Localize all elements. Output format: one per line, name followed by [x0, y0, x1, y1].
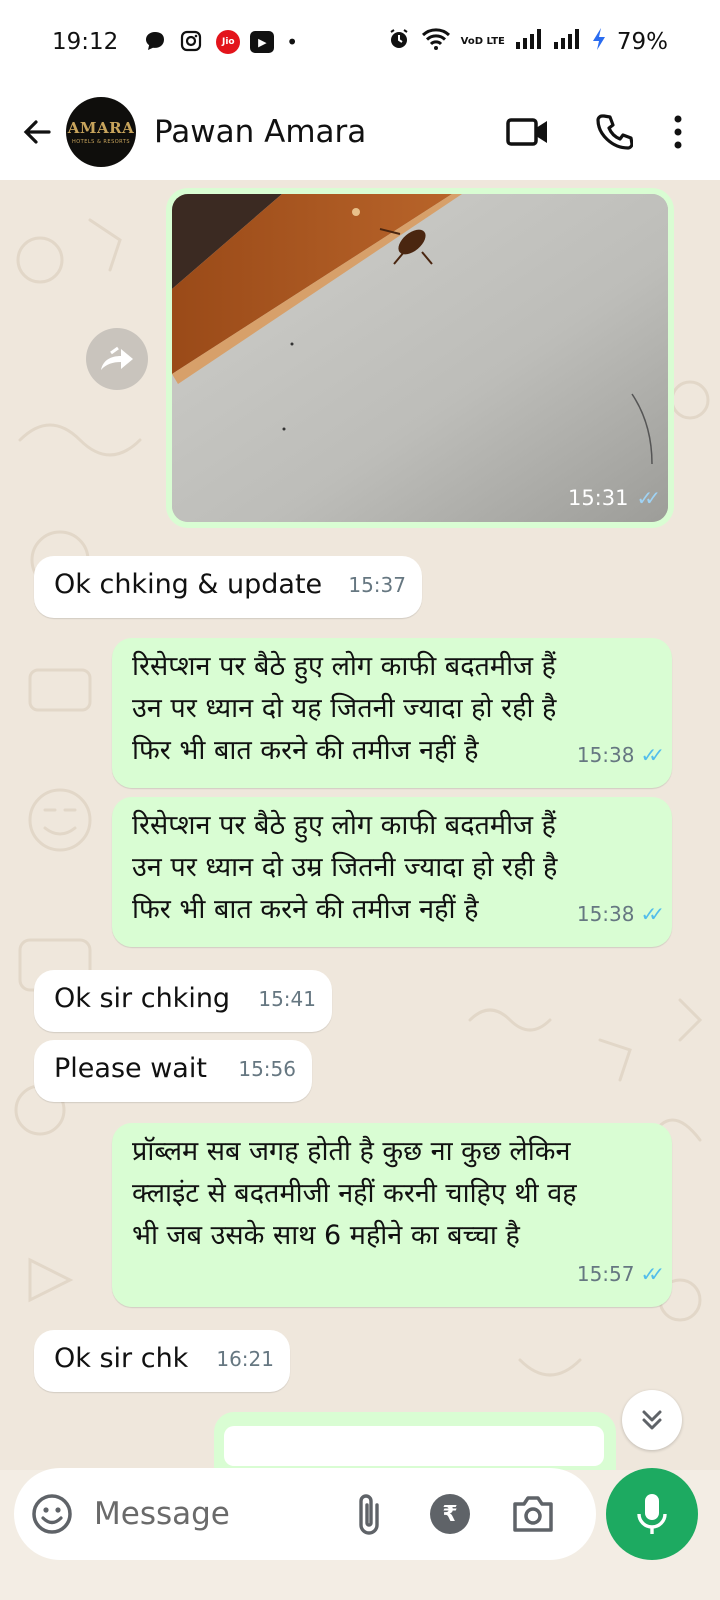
more-notifications-dot-icon: •	[286, 30, 299, 54]
header-actions	[472, 102, 720, 162]
message-time: 15:56	[238, 1057, 296, 1081]
camera-button[interactable]	[510, 1491, 556, 1537]
battery-percent: 79%	[616, 29, 668, 55]
status-bar: 19:12 Jio ▶ • VoD LTE 79%	[0, 0, 720, 84]
payment-button[interactable]: ₹	[430, 1494, 470, 1534]
signal-icon-1	[515, 28, 543, 56]
message-line: रिसेप्शन पर बैठे हुए लोग काफी बदतमीज हैं	[132, 651, 557, 682]
message-time: 15:57	[576, 1262, 635, 1286]
cockroach-photo[interactable]: 15:31 ✓✓	[172, 194, 668, 522]
rupee-icon: ₹	[442, 1501, 458, 1527]
message-time: 15:41	[258, 987, 316, 1011]
paperclip-icon	[359, 1494, 379, 1535]
video-call-button[interactable]	[498, 102, 558, 162]
charging-icon	[591, 27, 607, 57]
incoming-message[interactable]: Ok sir chk 16:21	[34, 1330, 290, 1392]
message-time: 16:21	[216, 1347, 274, 1371]
chat-notification-icon	[144, 30, 166, 55]
outgoing-message[interactable]: प्रॉब्लम सब जगह होती है कुछ ना कुछ लेकिन…	[112, 1123, 672, 1307]
back-arrow-icon[interactable]	[10, 105, 64, 159]
camera-icon	[513, 1496, 553, 1532]
avatar-logo-subtext: HOTELS & RESORTS	[71, 139, 131, 145]
contact-name[interactable]: Pawan Amara	[154, 114, 366, 150]
message-meta: 15:38 ✓✓	[576, 893, 665, 935]
partial-message-preview	[224, 1426, 604, 1466]
video-camera-icon	[506, 118, 547, 146]
attach-button[interactable]	[350, 1489, 390, 1539]
message-meta: 15:57 ✓✓	[576, 1253, 665, 1295]
message-line: उन पर ध्यान दो यह जितनी ज्यादा हो रही है	[132, 693, 557, 724]
message-line: उन पर ध्यान दो उम्र जितनी ज्यादा हो रही …	[132, 852, 558, 883]
emoji-button[interactable]	[30, 1492, 74, 1536]
forward-icon	[101, 346, 133, 370]
status-right-group: VoD LTE 79%	[387, 27, 668, 57]
emoji-icon	[32, 1494, 72, 1534]
outgoing-message[interactable]: रिसेप्शन पर बैठे हुए लोग काफी बदतमीज हैं…	[112, 638, 672, 788]
photo-content	[172, 194, 668, 522]
youtube-icon: ▶	[250, 31, 275, 53]
avatar-logo-text: AMARA	[67, 119, 135, 137]
more-vert-icon	[674, 115, 682, 149]
message-time: 15:31	[567, 486, 629, 510]
incoming-message[interactable]: Ok chking & update 15:37	[34, 556, 422, 618]
message-time: 15:37	[348, 573, 406, 597]
avatar[interactable]: AMARA HOTELS & RESORTS	[66, 97, 136, 167]
phone-icon	[596, 114, 633, 150]
voice-call-button[interactable]	[584, 102, 644, 162]
message-input[interactable]	[94, 1496, 344, 1532]
double-chevron-down-icon	[642, 1410, 662, 1430]
message-time: 15:38	[576, 743, 635, 767]
read-ticks-icon: ✓✓	[640, 902, 664, 926]
read-ticks-icon: ✓✓	[640, 743, 664, 767]
volte-label: VoD LTE	[460, 36, 505, 47]
message-composer: ₹	[14, 1468, 596, 1560]
message-line: क्लाइंट से बदतमीजी नहीं करनी चाहिए थी वह	[132, 1178, 577, 1209]
message-meta: 16:21	[216, 1338, 274, 1380]
read-ticks-icon: ✓✓	[640, 1262, 664, 1286]
voice-message-button[interactable]	[606, 1468, 698, 1560]
scroll-to-bottom-button[interactable]	[622, 1390, 682, 1450]
wifi-icon	[421, 27, 451, 57]
overflow-menu-button[interactable]	[658, 102, 698, 162]
chat-area[interactable]: 15:31 ✓✓ Ok chking & update 15:37 रिसेप्…	[0, 180, 720, 1470]
incoming-message[interactable]: Ok sir chking 15:41	[34, 970, 332, 1032]
message-meta: 15:37	[348, 564, 406, 606]
outgoing-message[interactable]: रिसेप्शन पर बैठे हुए लोग काफी बदतमीज हैं…	[112, 797, 672, 947]
signal-icon-2	[553, 28, 581, 56]
read-ticks-icon: ✓✓	[636, 486, 660, 510]
microphone-icon	[637, 1494, 667, 1534]
incoming-message[interactable]: Please wait 15:56	[34, 1040, 312, 1102]
image-message-bubble[interactable]: 15:31 ✓✓	[166, 188, 674, 528]
message-meta: 15:41	[258, 978, 316, 1020]
image-message-meta: 15:31 ✓✓	[567, 486, 661, 510]
chat-header: AMARA HOTELS & RESORTS Pawan Amara	[0, 84, 720, 180]
jio-icon: Jio	[216, 30, 241, 54]
message-line: रिसेप्शन पर बैठे हुए लोग काफी बदतमीज हैं	[132, 810, 557, 841]
message-meta: 15:38 ✓✓	[576, 734, 665, 776]
partial-outgoing-message[interactable]	[214, 1412, 616, 1470]
status-time: 19:12	[52, 29, 119, 55]
instagram-icon	[180, 30, 202, 55]
message-line: प्रॉब्लम सब जगह होती है कुछ ना कुछ लेकिन	[132, 1136, 571, 1167]
message-time: 15:38	[576, 902, 635, 926]
alarm-icon	[387, 27, 411, 57]
message-line: भी जब उसके साथ 6 महीने का बच्चा है	[132, 1220, 520, 1251]
forward-button[interactable]	[86, 328, 148, 390]
message-meta: 15:56	[238, 1048, 296, 1090]
